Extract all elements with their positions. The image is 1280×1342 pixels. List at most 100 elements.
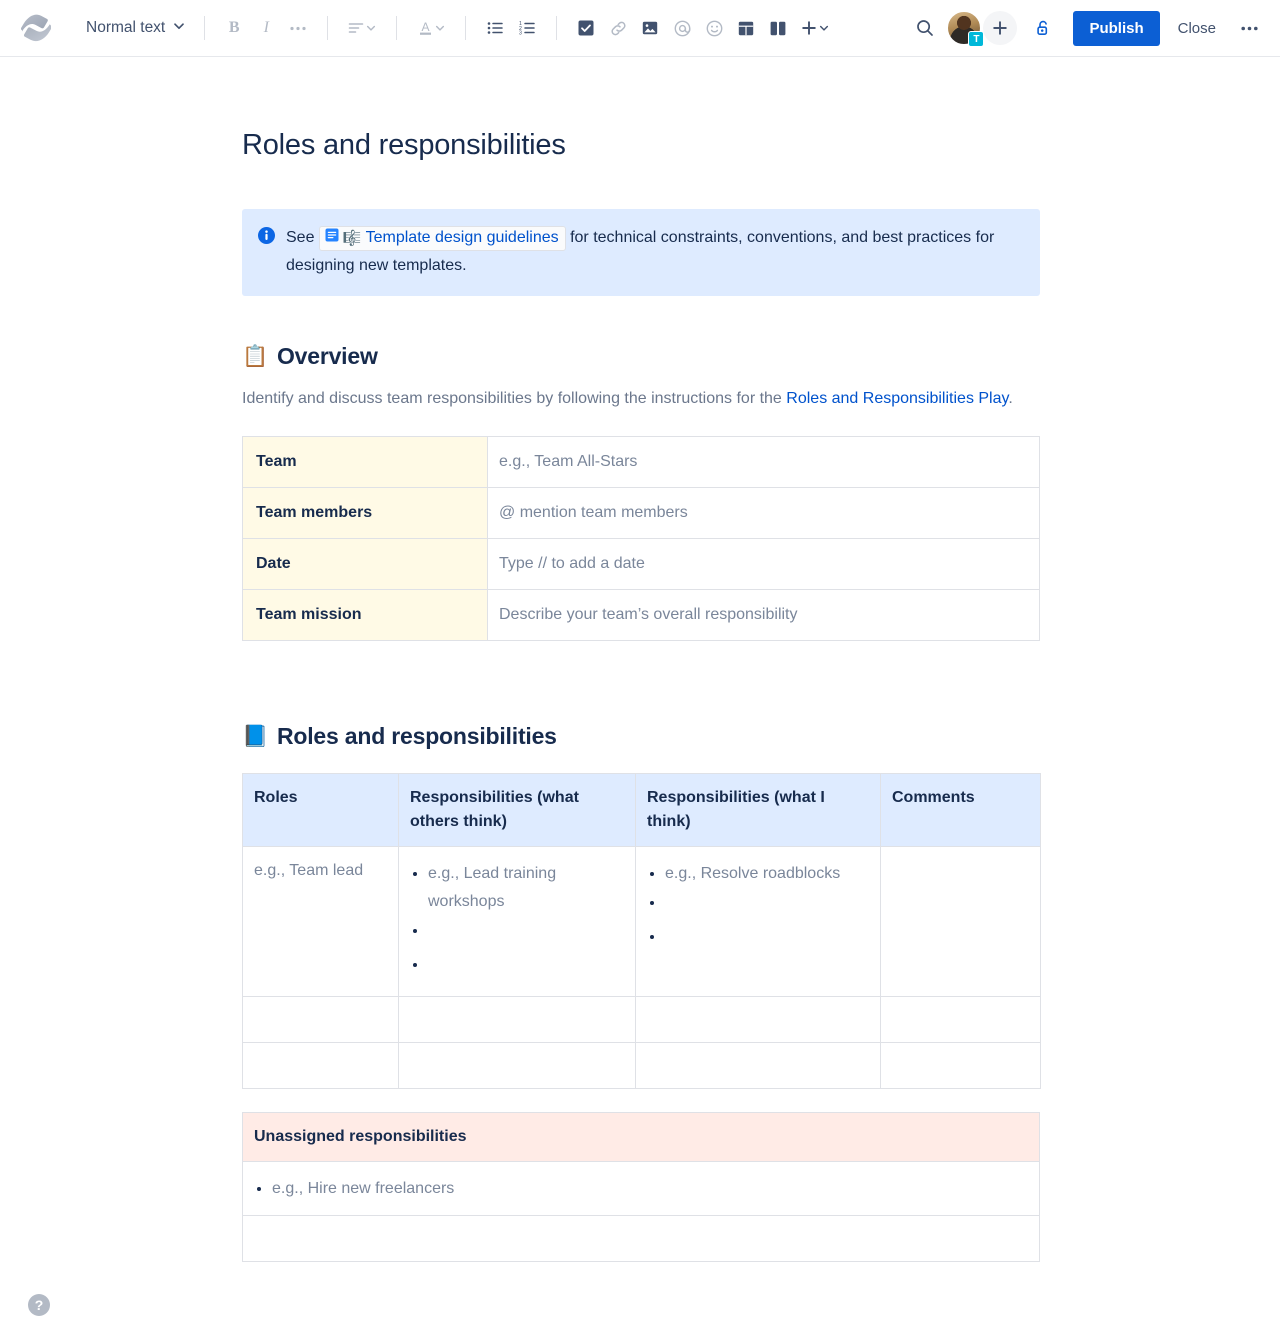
overview-paragraph-before: Identify and discuss team responsibiliti… (242, 390, 787, 407)
cell-others-think[interactable]: e.g., Lead training workshops (398, 846, 636, 997)
book-icon: 📘 (242, 724, 268, 748)
publish-button[interactable]: Publish (1073, 10, 1160, 46)
table-header-row: Roles Responsibilities (what others thin… (242, 773, 1041, 847)
avatar-badge: T (968, 31, 985, 47)
cell-role[interactable] (242, 996, 399, 1043)
others-think-list: e.g., Lead training workshops (410, 859, 624, 984)
unassigned-table: Unassigned responsibilities e.g., Hire n… (242, 1112, 1040, 1262)
cell-i-think[interactable] (635, 1042, 881, 1089)
overview-row-label: Team mission (242, 589, 488, 641)
more-options-button[interactable] (1232, 11, 1266, 45)
link-button[interactable] (602, 12, 634, 44)
toolbar-divider (556, 16, 558, 40)
insert-more-button[interactable] (794, 12, 836, 44)
roles-play-link[interactable]: Roles and Responsibilities Play (786, 390, 1008, 407)
numbered-list-button[interactable]: 123 (511, 12, 543, 44)
cell-role[interactable] (242, 1042, 399, 1089)
table-row (242, 1215, 1040, 1262)
cell-role[interactable]: e.g., Team lead (242, 846, 399, 997)
overview-row-label: Team (242, 436, 488, 488)
column-header-i-think: Responsibilities (what I think) (635, 773, 881, 847)
bullet-list-button[interactable] (479, 12, 511, 44)
list-item[interactable]: e.g., Hire new freelancers (272, 1174, 1028, 1203)
list-item[interactable]: e.g., Lead training workshops (428, 859, 624, 916)
list-item[interactable] (665, 888, 869, 922)
table-row: Date Type // to add a date (242, 538, 1040, 590)
overview-heading: 📋 Overview (242, 343, 1040, 370)
roles-table: Roles Responsibilities (what others thin… (242, 773, 1041, 1089)
action-item-button[interactable] (570, 12, 602, 44)
table-row (242, 996, 1041, 1043)
column-header-roles: Roles (242, 773, 399, 847)
list-item[interactable] (428, 950, 624, 984)
list-item[interactable] (665, 922, 869, 956)
invite-button[interactable] (983, 11, 1018, 45)
overview-row-label: Team members (242, 487, 488, 539)
table-row (242, 1042, 1041, 1089)
overview-row-value[interactable]: Type // to add a date (487, 538, 1040, 590)
text-color-button[interactable]: A (410, 12, 452, 44)
cell-others-think[interactable] (398, 996, 636, 1043)
restrictions-button[interactable] (1027, 12, 1059, 44)
overview-row-label: Date (242, 538, 488, 590)
cell-i-think[interactable]: e.g., Resolve roadblocks (635, 846, 881, 997)
table-row: e.g., Team lead e.g., Lead training work… (242, 846, 1041, 997)
roles-heading: 📘 Roles and responsibilities (242, 723, 1040, 750)
unassigned-list: e.g., Hire new freelancers (254, 1174, 1028, 1203)
table-button[interactable] (730, 12, 762, 44)
cell-others-think[interactable] (398, 1042, 636, 1089)
info-icon (258, 227, 275, 249)
search-icon[interactable] (909, 12, 941, 44)
note-icon: 🎼 (342, 229, 362, 247)
mention-button[interactable] (666, 12, 698, 44)
page-icon (325, 228, 339, 248)
close-button[interactable]: Close (1166, 12, 1228, 45)
overview-row-value[interactable]: e.g., Team All-Stars (487, 436, 1040, 488)
cell-unassigned-empty[interactable] (242, 1215, 1040, 1262)
overview-paragraph-after: . (1008, 390, 1013, 407)
list-item[interactable]: e.g., Resolve roadblocks (665, 859, 869, 888)
confluence-logo[interactable] (14, 8, 58, 48)
italic-button[interactable]: I (250, 12, 282, 44)
chevron-down-icon (173, 19, 185, 37)
toolbar-divider (465, 16, 467, 40)
editor-toolbar: Normal text B I A 123 T Publish Close (0, 0, 1280, 57)
image-button[interactable] (634, 12, 666, 44)
page-title[interactable]: Roles and responsibilities (242, 129, 1040, 162)
table-header-row: Unassigned responsibilities (242, 1112, 1040, 1162)
avatar[interactable]: T (947, 11, 985, 47)
emoji-button[interactable] (698, 12, 730, 44)
overview-row-value[interactable]: Describe your team’s overall responsibil… (487, 589, 1040, 641)
info-panel: See 🎼 Template design guidelines for tec… (242, 209, 1040, 296)
document-content: Roles and responsibilities See 🎼 Templat… (242, 129, 1041, 1262)
layout-button[interactable] (762, 12, 794, 44)
roles-heading-label: Roles and responsibilities (276, 723, 557, 749)
info-lead-text: See (286, 229, 315, 246)
toolbar-divider (204, 16, 206, 40)
bold-button[interactable]: B (218, 12, 250, 44)
svg-text:A: A (421, 20, 429, 34)
text-align-button[interactable] (341, 12, 383, 44)
text-style-dropdown[interactable]: Normal text (80, 14, 191, 42)
column-header-others-think: Responsibilities (what others think) (398, 773, 636, 847)
help-button[interactable]: ? (28, 1294, 50, 1316)
table-row: Team e.g., Team All-Stars (242, 436, 1040, 488)
info-panel-text: See 🎼 Template design guidelines for tec… (286, 224, 1024, 280)
cell-comments[interactable] (880, 1042, 1041, 1089)
template-guidelines-label: Template design guidelines (365, 229, 559, 246)
more-formatting-button[interactable] (282, 12, 314, 44)
overview-paragraph: Identify and discuss team responsibiliti… (242, 385, 1040, 413)
table-row: Team mission Describe your team’s overal… (242, 589, 1040, 641)
toolbar-divider (396, 16, 398, 40)
editor-page: Roles and responsibilities See 🎼 Templat… (0, 129, 1280, 1262)
i-think-list: e.g., Resolve roadblocks (647, 859, 869, 956)
cell-comments[interactable] (880, 996, 1041, 1043)
unassigned-header: Unassigned responsibilities (242, 1112, 1040, 1162)
template-guidelines-link[interactable]: 🎼 Template design guidelines (318, 226, 566, 251)
cell-unassigned-items[interactable]: e.g., Hire new freelancers (242, 1161, 1040, 1216)
overview-table: Team e.g., Team All-Stars Team members @… (242, 436, 1040, 641)
cell-i-think[interactable] (635, 996, 881, 1043)
cell-comments[interactable] (880, 846, 1041, 997)
overview-row-value[interactable]: @ mention team members (487, 487, 1040, 539)
list-item[interactable] (428, 916, 624, 950)
